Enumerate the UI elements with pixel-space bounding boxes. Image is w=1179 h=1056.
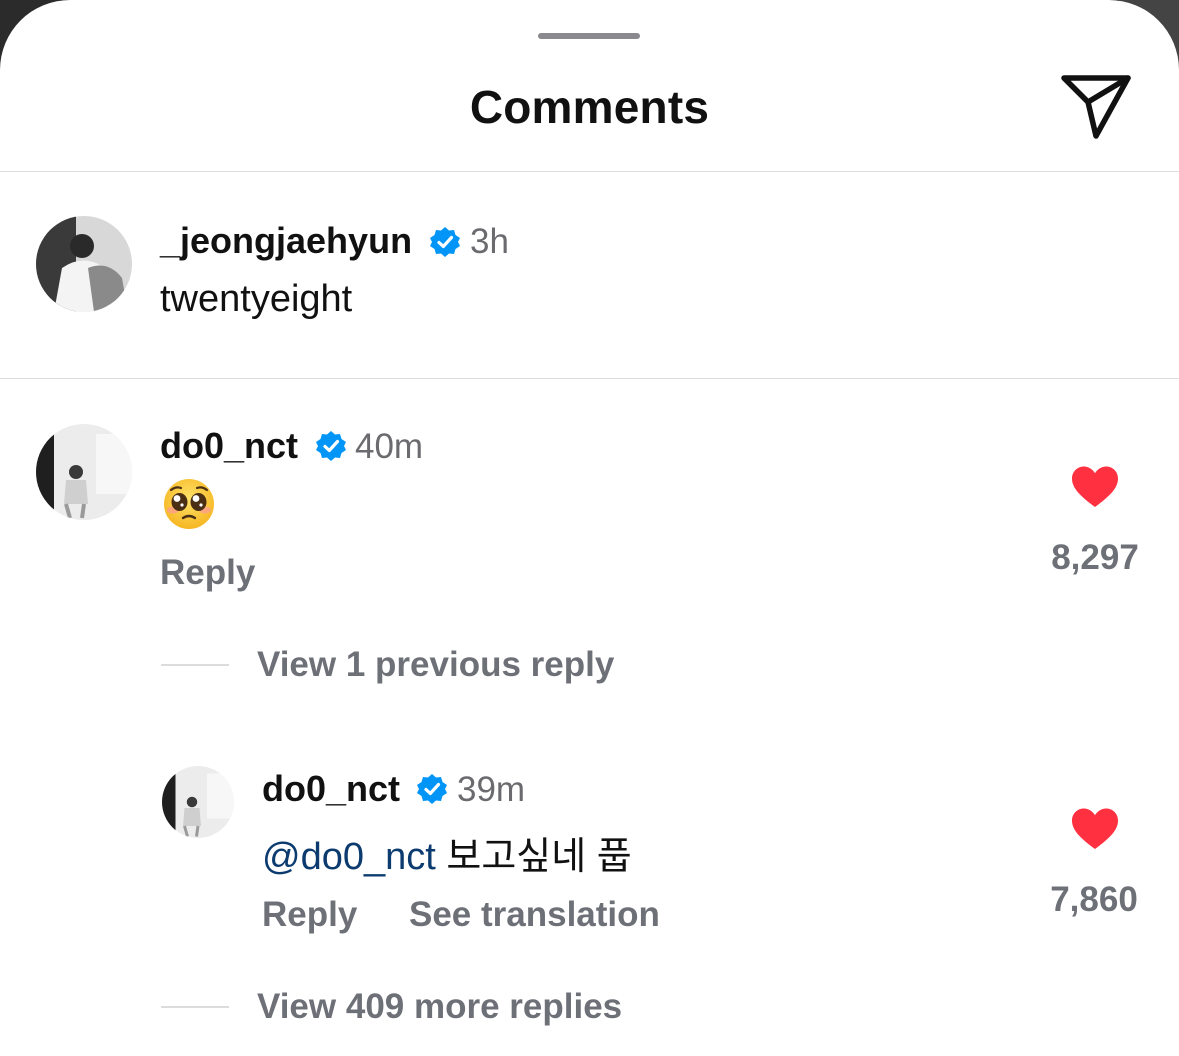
sheet-grabber-handle[interactable] xyxy=(538,33,640,39)
username[interactable]: do0_nct xyxy=(262,768,400,810)
header-divider xyxy=(0,171,1179,172)
thread-line xyxy=(161,1006,229,1008)
profile-photo xyxy=(36,216,132,312)
sheet-title: Comments xyxy=(469,81,710,133)
thread-line xyxy=(161,664,229,666)
comments-sheet: Comments _jeongjaehyun 3h twentyeight do… xyxy=(0,0,1179,1056)
reply-button[interactable]: Reply xyxy=(262,895,357,935)
heart-icon[interactable] xyxy=(1070,465,1120,509)
reply-text: @do0_nct 보고싶네 풉 xyxy=(262,825,632,880)
avatar[interactable] xyxy=(36,424,132,520)
username[interactable]: _jeongjaehyun xyxy=(160,220,412,262)
verified-badge-icon xyxy=(430,227,460,257)
verified-badge-icon xyxy=(316,431,346,461)
profile-photo xyxy=(162,766,234,838)
mention-link[interactable]: @do0_nct xyxy=(262,836,436,878)
share-button[interactable] xyxy=(1058,70,1134,140)
view-previous-replies-button[interactable]: View 1 previous reply xyxy=(257,645,614,685)
like-count: 7,860 xyxy=(1050,880,1138,919)
caption-divider xyxy=(0,378,1179,379)
timestamp: 40m xyxy=(355,427,424,466)
avatar[interactable] xyxy=(162,766,234,838)
heart-icon[interactable] xyxy=(1070,807,1120,851)
caption-text: twentyeight xyxy=(160,278,353,320)
timestamp: 3h xyxy=(470,222,509,261)
pleading-face-emoji-icon xyxy=(164,479,214,529)
avatar[interactable] xyxy=(36,216,132,312)
timestamp: 39m xyxy=(457,770,526,809)
view-more-replies-button[interactable]: View 409 more replies xyxy=(257,987,622,1027)
profile-photo xyxy=(36,424,132,520)
paper-plane-icon xyxy=(1061,75,1131,139)
reply-button[interactable]: Reply xyxy=(160,553,255,593)
like-count: 8,297 xyxy=(1051,538,1139,577)
username[interactable]: do0_nct xyxy=(160,425,298,467)
reply-body: 보고싶네 풉 xyxy=(446,836,632,878)
see-translation-button[interactable]: See translation xyxy=(409,895,660,935)
verified-badge-icon xyxy=(417,774,447,804)
